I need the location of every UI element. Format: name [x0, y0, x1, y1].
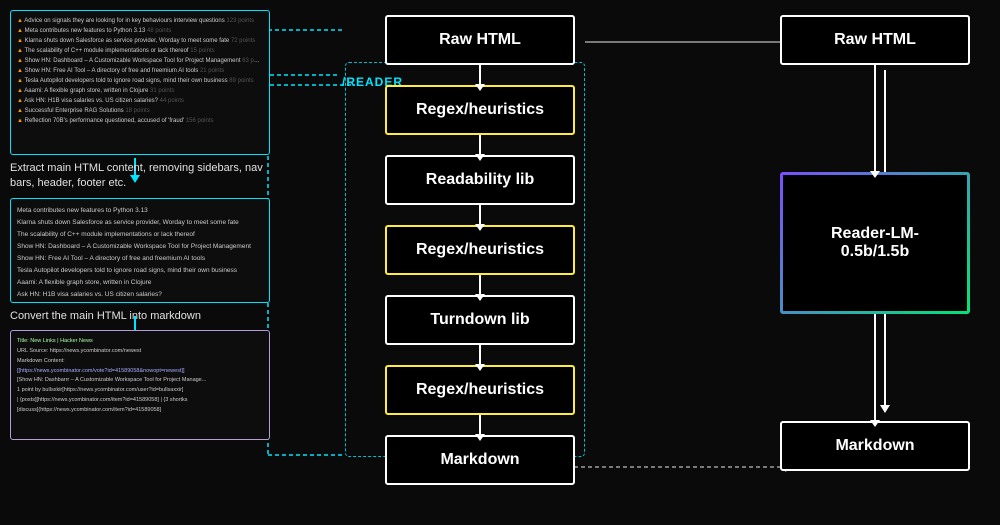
- ss1-line-5: ▲ Show HN: Dashboard – A Customizable Wo…: [17, 57, 263, 66]
- right-panel: Raw HTML Reader-LM-0.5b/1.5b Markdown: [780, 15, 970, 471]
- ss3-line-7: | {posts][https://news.ycombinator.com/i…: [17, 396, 263, 405]
- ss1-line-9: ▲ Ask HN: H1B visa salaries vs. US citiz…: [17, 97, 263, 106]
- center-readability: Readability lib: [385, 155, 575, 205]
- ss1-line-4: ▲ The scalability of C++ module implemen…: [17, 47, 263, 56]
- ss2-line-5: Show HN: Free AI Tool – A directory of f…: [17, 253, 263, 264]
- ss2-line-7: Aaami: A flexible graph store, written i…: [17, 277, 263, 288]
- ss3-line-6: 1 point by bullsxkir[https://news.ycombi…: [17, 386, 263, 395]
- right-reader-lm: Reader-LM-0.5b/1.5b: [780, 172, 970, 314]
- ss1-line-7: ▲ Tesla Autopilot developers told to ign…: [17, 77, 263, 86]
- ss3-line-2: URL Source: https://news.ycombinator.com…: [17, 347, 263, 356]
- ss3-line-4: [[https://news.ycombinator.com/vote?id=4…: [17, 367, 263, 376]
- ss3-line-8: [discuss](https://news.ycombinator.com/i…: [17, 406, 263, 415]
- screenshot-3: Title: New Links | Hacker News URL Sourc…: [10, 330, 270, 440]
- screenshot-2: Meta contributes new features to Python …: [10, 198, 270, 303]
- center-regex-2: Regex/heuristics: [385, 225, 575, 275]
- center-raw-html: Raw HTML: [385, 15, 575, 65]
- screenshot-1: ▲ Advice on signals they are looking for…: [10, 10, 270, 155]
- ss3-line-5: [Show HN: Dashbarrr – A Customizable Wor…: [17, 376, 263, 385]
- ss1-line-1: ▲ Advice on signals they are looking for…: [17, 17, 263, 26]
- center-regex-3: Regex/heuristics: [385, 365, 575, 415]
- ss2-line-1: Meta contributes new features to Python …: [17, 205, 263, 216]
- caption-2: Convert the main HTML into markdown: [10, 309, 270, 324]
- center-regex-1: Regex/heuristics: [385, 85, 575, 135]
- ss2-line-8: Ask HN: H1B visa salaries vs. US citizen…: [17, 289, 263, 300]
- left-panel: ▲ Advice on signals they are looking for…: [10, 10, 270, 440]
- center-turndown: Turndown lib: [385, 295, 575, 345]
- ss1-line-11: ▲ Reflection 70B's performance questione…: [17, 117, 263, 126]
- right-markdown: Markdown: [780, 421, 970, 471]
- caption-1: Extract main HTML content, removing side…: [10, 161, 270, 192]
- ss1-line-8: ▲ Aaami: A flexible graph store, written…: [17, 87, 263, 96]
- ss2-line-9: Successful Enterprise RAG Solutions: [17, 301, 263, 303]
- center-markdown: Markdown: [385, 435, 575, 485]
- ss1-line-6: ▲ Show HN: Free AI Tool – A directory of…: [17, 67, 263, 76]
- ss2-line-2: Klarna shuts down Salesforce as service …: [17, 217, 263, 228]
- ss1-line-3: ▲ Klarna shuts down Salesforce as servic…: [17, 37, 263, 46]
- center-flow: Raw HTML Regex/heuristics Readability li…: [365, 15, 595, 485]
- ss2-line-6: Tesla Autopilot developers told to ignor…: [17, 265, 263, 276]
- ss3-line-1: Title: New Links | Hacker News: [17, 337, 263, 346]
- ss2-line-3: The scalability of C++ module implementa…: [17, 229, 263, 240]
- ss1-line-10: ▲ Successful Enterprise RAG Solutions 18…: [17, 107, 263, 116]
- right-raw-html: Raw HTML: [780, 15, 970, 65]
- ss1-line-2: ▲ Meta contributes new features to Pytho…: [17, 27, 263, 36]
- ss3-line-3: Markdown Content:: [17, 357, 263, 366]
- ss2-line-4: Show HN: Dashboard – A Customizable Work…: [17, 241, 263, 252]
- diagram-container: ▲ Advice on signals they are looking for…: [0, 0, 1000, 525]
